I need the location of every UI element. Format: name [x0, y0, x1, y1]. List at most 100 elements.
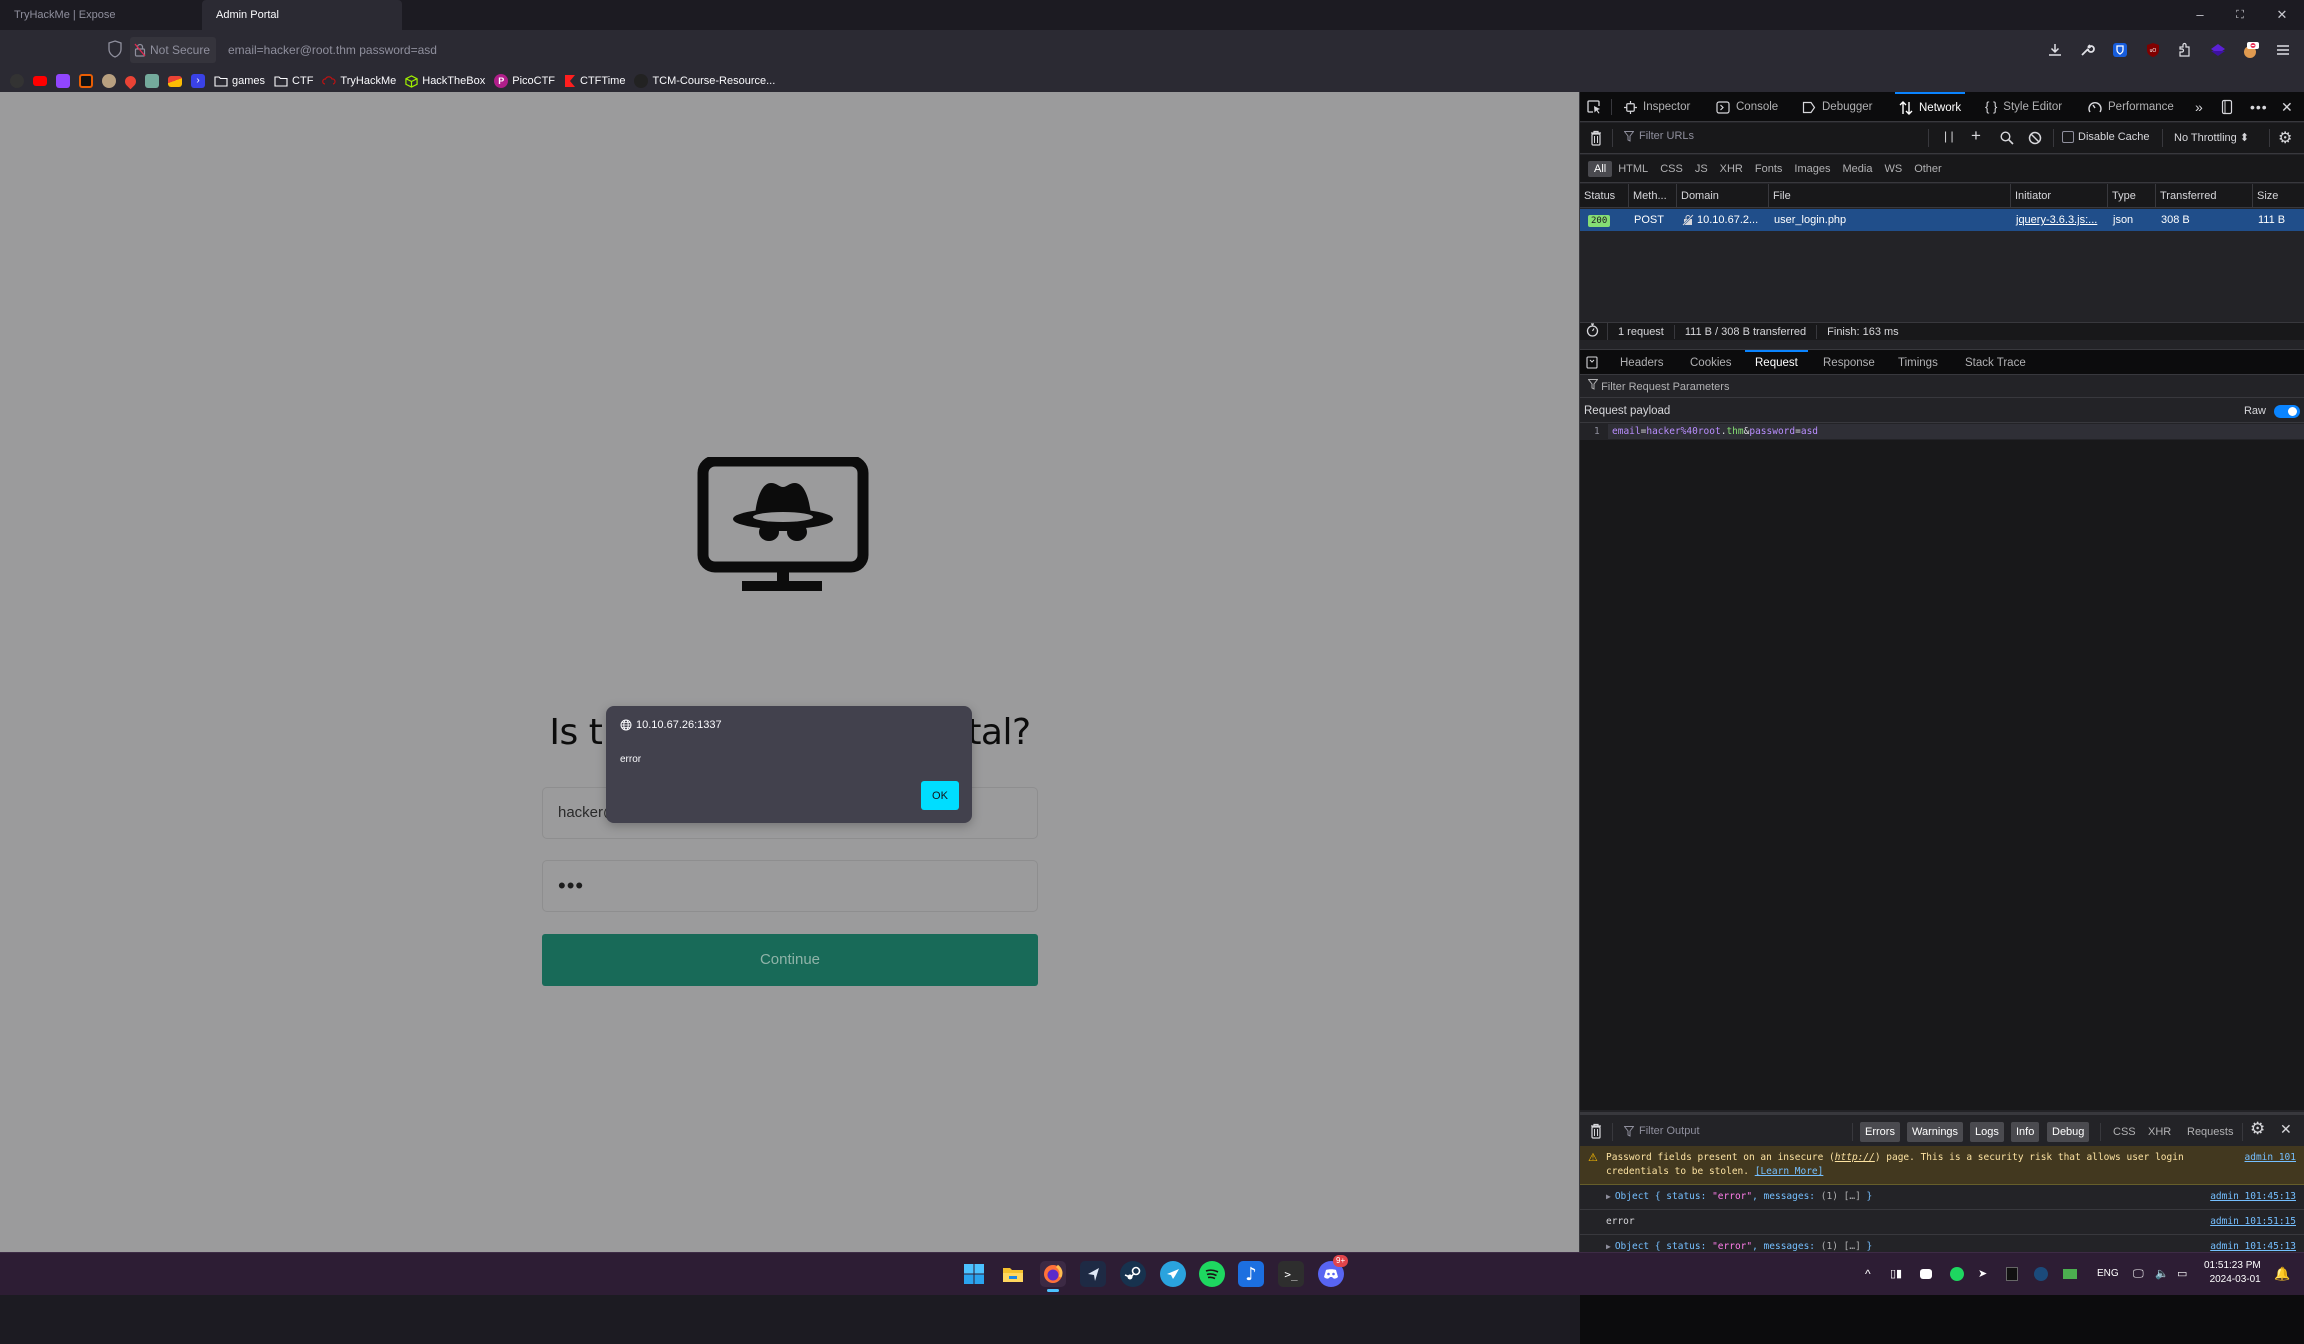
detail-tab-timings[interactable]: Timings — [1898, 350, 1938, 376]
spotify-icon[interactable] — [1199, 1261, 1225, 1287]
filter-xhr[interactable]: XHR — [1714, 161, 1749, 177]
learn-more-link[interactable]: [Learn More] — [1755, 1166, 1824, 1177]
message-source-link[interactable]: admin 101:51:15 — [2210, 1215, 2296, 1229]
close-split-console-icon[interactable]: ✕ — [2280, 1121, 2292, 1138]
element-picker-button[interactable] — [1586, 92, 1602, 122]
restore-button[interactable]: ⛶ — [2220, 0, 2260, 30]
disable-cache-checkbox[interactable]: Disable Cache — [2062, 131, 2150, 143]
filter-ws[interactable]: WS — [1878, 161, 1908, 177]
detail-tab-cookies[interactable]: Cookies — [1690, 350, 1732, 376]
more-tools-chevron-icon[interactable]: » — [2195, 92, 2203, 122]
bookmark-avatar[interactable] — [102, 74, 116, 88]
bookmark-chatgpt[interactable] — [145, 74, 159, 88]
telegram-tray-icon[interactable]: ➤ — [1978, 1265, 1987, 1283]
extension-purple-icon[interactable] — [2208, 40, 2228, 60]
filter-warnings[interactable]: Warnings — [1907, 1122, 1964, 1142]
url-bar[interactable]: email=hacker@root.thm password=asd — [228, 37, 437, 63]
file-explorer-icon[interactable] — [1000, 1261, 1026, 1287]
wrench-icon[interactable] — [2077, 40, 2097, 60]
extensions-icon[interactable] — [2175, 40, 2195, 60]
firefox-icon[interactable] — [1040, 1261, 1066, 1292]
bookmark-youtube[interactable] — [33, 76, 47, 86]
filter-html[interactable]: HTML — [1612, 161, 1654, 177]
filter-css[interactable]: CSS — [2113, 1122, 2136, 1142]
column-file[interactable]: File — [1768, 184, 2010, 208]
continue-button[interactable]: Continue — [542, 934, 1038, 986]
minimize-button[interactable]: – — [2180, 0, 2220, 30]
filter-info[interactable]: Info — [2011, 1122, 2040, 1142]
ublock-icon[interactable]: uO — [2143, 40, 2163, 60]
terminal-icon[interactable]: >_ — [1278, 1261, 1304, 1287]
tab-tryhackme-expose[interactable]: TryHackMe | Expose — [0, 0, 200, 30]
detail-tab-request[interactable]: Request — [1745, 350, 1808, 376]
block-requests-icon[interactable] — [2028, 131, 2042, 145]
column-method[interactable]: Meth... — [1628, 184, 1676, 208]
clear-trash-icon[interactable] — [1590, 130, 1602, 146]
windows-start-icon[interactable] — [961, 1261, 987, 1287]
bitwarden-icon[interactable] — [2110, 40, 2130, 60]
console-object-message[interactable]: ▶ Object { status: "error", messages: (1)… — [1580, 1185, 2304, 1210]
add-request-blocking-icon[interactable]: + — [1971, 126, 1981, 146]
volume-icon[interactable]: 🔈 — [2155, 1265, 2169, 1283]
telegram-icon[interactable] — [1160, 1261, 1186, 1287]
filter-js[interactable]: JS — [1689, 161, 1714, 177]
search-icon[interactable] — [2000, 131, 2014, 145]
filter-media[interactable]: Media — [1836, 161, 1878, 177]
tab-performance[interactable]: Performance — [2088, 92, 2174, 122]
pause-icon[interactable]: | | — [1944, 129, 1954, 143]
discord-icon[interactable]: 9+ — [1318, 1255, 1349, 1287]
bookmark-github[interactable] — [10, 74, 24, 88]
filter-urls-input[interactable]: Filter URLs — [1624, 130, 1694, 142]
responsive-design-mode-button[interactable] — [2221, 92, 2233, 122]
console-settings-gear-icon[interactable]: ⚙ — [2250, 1119, 2265, 1139]
input-language[interactable]: ENG — [2097, 1265, 2119, 1283]
filter-xhr[interactable]: XHR — [2148, 1122, 2171, 1142]
throttling-select[interactable]: No Throttling ⬍ — [2174, 131, 2249, 144]
show-hidden-icons-chevron-icon[interactable]: ^ — [1865, 1265, 1871, 1283]
column-initiator[interactable]: Initiator — [2010, 184, 2107, 208]
vpn-client-icon[interactable] — [1080, 1261, 1106, 1287]
filter-output-input[interactable]: Filter Output — [1624, 1125, 1700, 1137]
clear-console-trash-icon[interactable] — [1590, 1123, 1602, 1139]
discord-tray-icon[interactable] — [1920, 1269, 1932, 1279]
tracking-protection-shield-icon[interactable] — [108, 40, 122, 58]
detail-tab-headers[interactable]: Headers — [1620, 350, 1663, 376]
filter-request-parameters-input[interactable]: Filter Request Parameters — [1580, 376, 2304, 398]
tab-admin-portal[interactable]: Admin Portal — [202, 0, 402, 30]
column-size[interactable]: Size — [2252, 184, 2304, 208]
column-transferred[interactable]: Transferred — [2155, 184, 2252, 208]
filter-fonts[interactable]: Fonts — [1749, 161, 1789, 177]
close-devtools-icon[interactable]: ✕ — [2281, 92, 2293, 122]
bookmark-twitch[interactable] — [56, 74, 70, 88]
download-icon[interactable] — [2045, 40, 2065, 60]
filter-errors[interactable]: Errors — [1860, 1122, 1900, 1142]
expand-triangle-icon[interactable]: ▶ — [1606, 1242, 1611, 1251]
notification-bell-icon[interactable]: 🔔 — [2274, 1265, 2290, 1283]
tab-inspector[interactable]: Inspector — [1624, 92, 1690, 122]
profile-icon[interactable] — [2241, 40, 2261, 60]
spotify-tray-icon[interactable] — [1950, 1267, 1964, 1281]
epic-games-tray-icon[interactable] — [2006, 1267, 2018, 1281]
filter-other[interactable]: Other — [1908, 161, 1948, 177]
tab-debugger[interactable]: Debugger — [1802, 92, 1873, 122]
http-link[interactable]: http:// — [1835, 1152, 1875, 1163]
tiktok-icon[interactable]: ♪ — [1238, 1261, 1264, 1287]
expand-triangle-icon[interactable]: ▶ — [1606, 1192, 1611, 1201]
filter-requests[interactable]: Requests — [2187, 1122, 2233, 1142]
raw-toggle[interactable] — [2274, 405, 2300, 418]
network-icon[interactable]: 🖵 — [2133, 1265, 2144, 1283]
bookmark-picoctf[interactable]: P PicoCTF — [494, 74, 555, 88]
system-clock[interactable]: 01:51:23 PM 2024-03-01 — [2204, 1259, 2261, 1287]
bookmark-powershell[interactable]: › — [191, 74, 205, 88]
column-domain[interactable]: Domain — [1676, 184, 1768, 208]
not-secure-indicator[interactable]: Not Secure — [130, 37, 217, 63]
password-input[interactable]: ••• — [542, 860, 1038, 912]
steam-tray-icon[interactable] — [2034, 1267, 2048, 1281]
bookmark-hackthebox[interactable]: HackTheBox — [405, 74, 485, 88]
bookmark-folder-games[interactable]: games — [214, 75, 265, 87]
network-settings-gear-icon[interactable]: ⚙ — [2278, 128, 2292, 148]
devtools-options-icon[interactable]: ••• — [2250, 92, 2268, 122]
message-source-link[interactable]: admin 101 — [2245, 1151, 2296, 1165]
menu-icon[interactable] — [2273, 40, 2293, 60]
detail-tab-response[interactable]: Response — [1823, 350, 1875, 376]
